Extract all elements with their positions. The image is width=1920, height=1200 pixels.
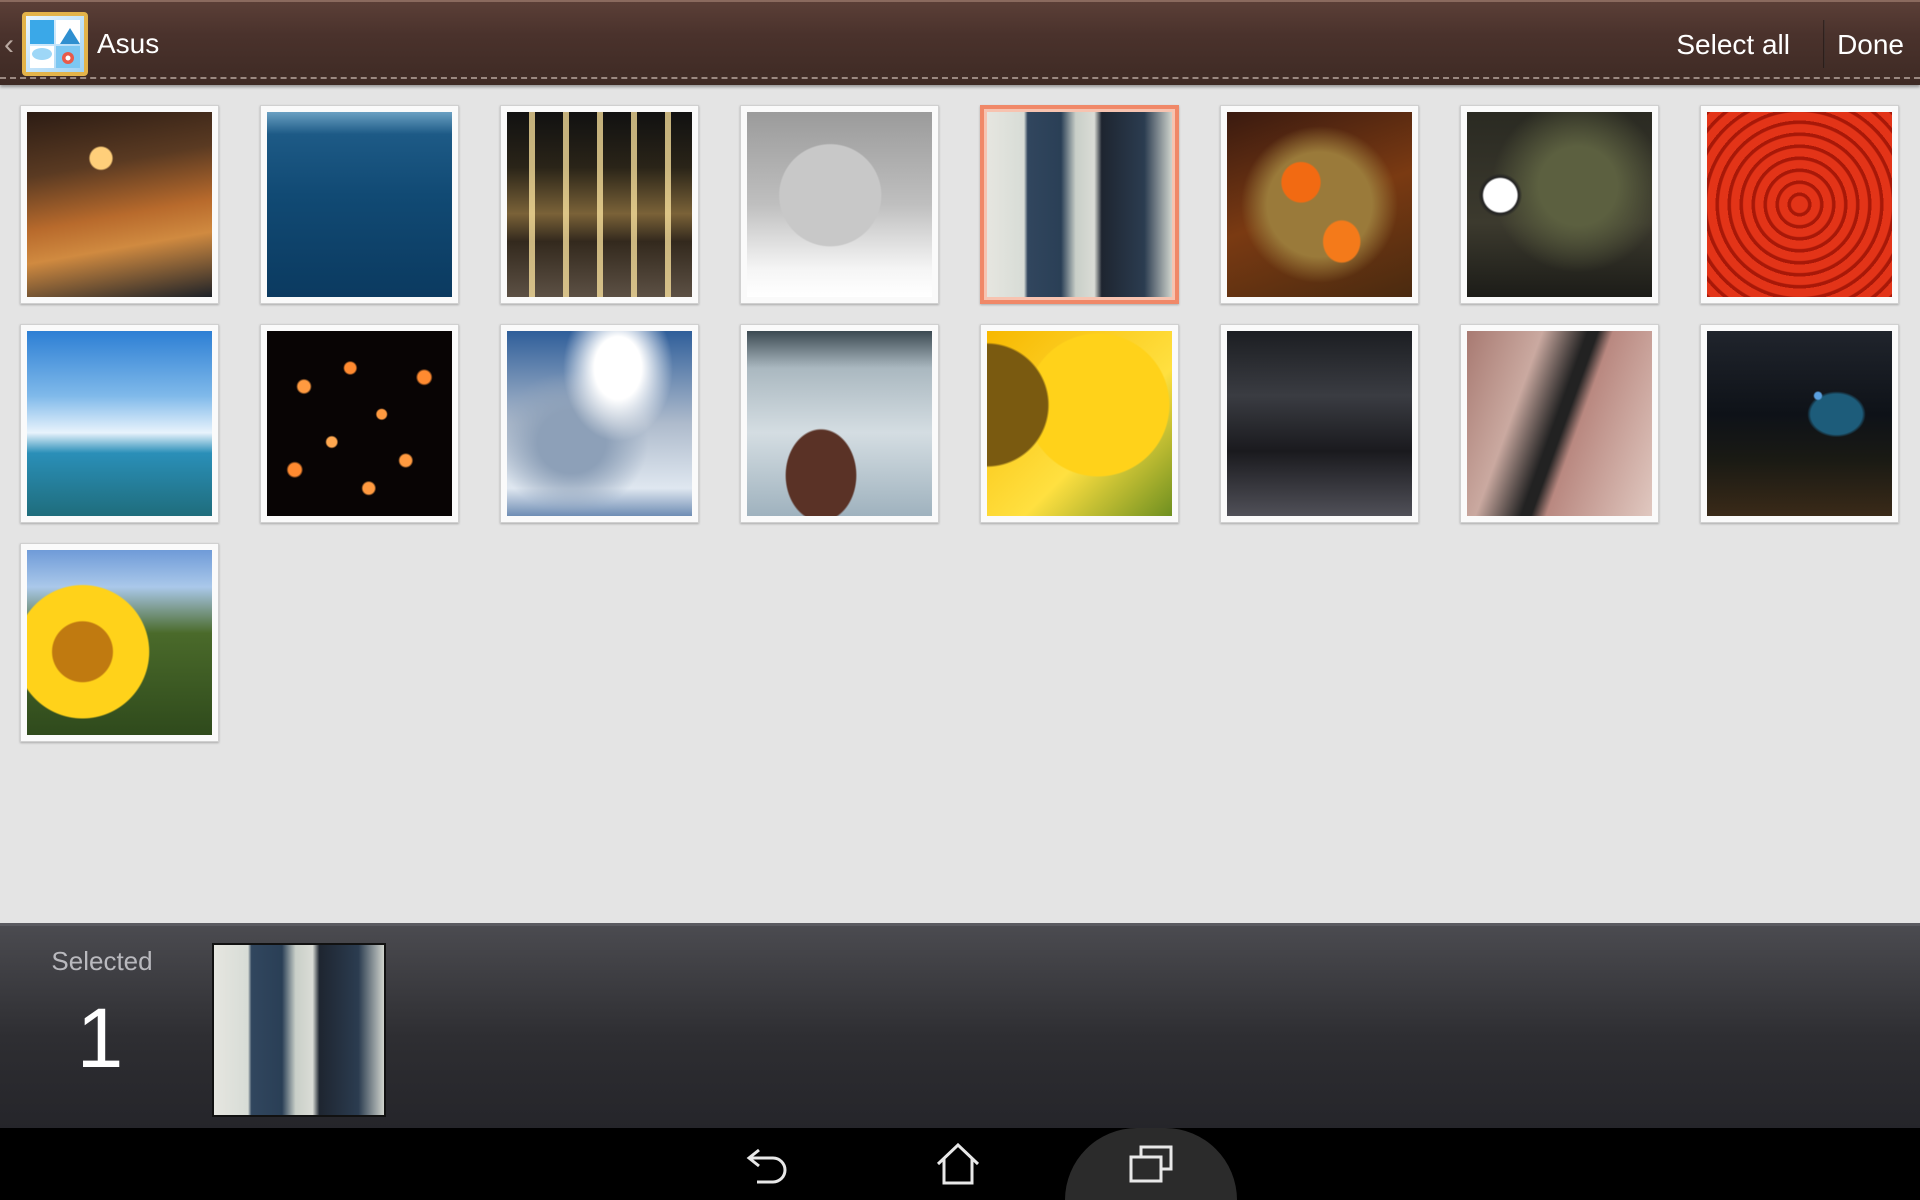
done-button[interactable]: Done [1823,20,1918,70]
photo-image [747,112,932,297]
photo-couple-walking[interactable] [980,105,1179,304]
photo-cloudy-sky[interactable] [500,324,699,523]
photo-image [507,112,692,297]
selection-strip: Selected 1 [0,923,1920,1128]
gallery-app-icon[interactable] [22,12,88,76]
photo-rain-wood[interactable] [1460,324,1659,523]
select-all-button[interactable]: Select all [1662,20,1804,70]
home-icon[interactable] [918,1138,998,1190]
photo-white-flower[interactable] [1460,105,1659,304]
photo-image [27,112,212,297]
photo-sunflower-closeup[interactable] [980,324,1179,523]
photo-image [987,331,1172,516]
photo-clownfish[interactable] [1220,105,1419,304]
photo-image [1467,112,1652,297]
up-caret-icon[interactable]: ‹ [4,30,18,60]
selected-thumbnail[interactable] [212,943,386,1117]
photo-sky-lanterns[interactable] [260,324,459,523]
photo-image [27,550,212,735]
photo-harbor-boats[interactable] [20,324,219,523]
photo-image [1467,331,1652,516]
photo-blue-water[interactable] [260,105,459,304]
photo-image [1707,331,1892,516]
selected-count: 1 [76,991,124,1085]
photo-image [27,331,212,516]
photo-image [507,331,692,516]
photo-city-night[interactable] [1700,324,1899,523]
photo-building-night[interactable] [500,105,699,304]
photo-image [1227,331,1412,516]
album-title: Asus [97,28,160,59]
photo-red-lanterns[interactable] [1700,105,1899,304]
photo-rock-misty-sea[interactable] [740,324,939,523]
photo-grid [20,105,1920,745]
photo-image [267,112,452,297]
photo-sunflower-field[interactable] [20,543,219,742]
photo-image [267,331,452,516]
action-bar: ‹ Asus Select all Done [0,0,1920,85]
photo-image [987,112,1172,297]
photo-sleeping-cat[interactable] [740,105,939,304]
navigation-bar [0,1128,1920,1200]
photo-cafe-interior[interactable] [20,105,219,304]
photo-image [1227,112,1412,297]
back-arrow-icon[interactable] [728,1138,808,1190]
photo-image [747,331,932,516]
selected-label: Selected [51,946,153,976]
photo-statue[interactable] [1220,324,1419,523]
recent-apps-icon[interactable] [1111,1138,1191,1190]
photo-image [1707,112,1892,297]
